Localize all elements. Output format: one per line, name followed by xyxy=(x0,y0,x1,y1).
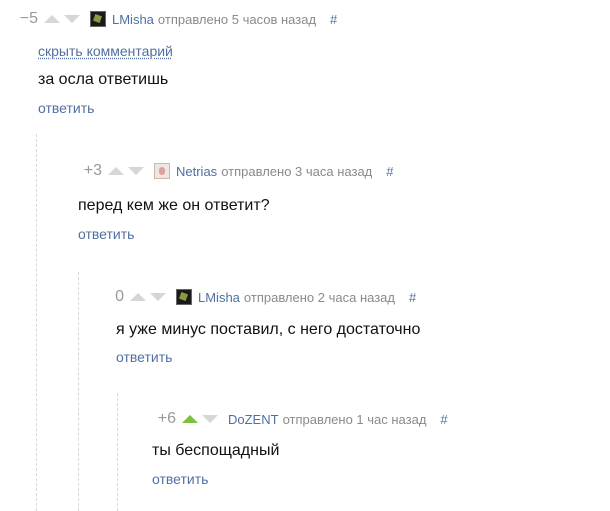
upvote-arrow-icon[interactable] xyxy=(44,15,60,23)
comment-2: +3 Netrias отправлено 3 часа назад # пер… xyxy=(0,160,610,250)
upvote-arrow-icon[interactable] xyxy=(108,167,124,175)
permalink-hash[interactable]: # xyxy=(330,12,337,27)
dark-avatar-icon[interactable] xyxy=(90,11,106,27)
reply-link[interactable]: ответить xyxy=(116,349,172,365)
posted-time: отправлено 1 час назад xyxy=(282,411,427,427)
reply-link[interactable]: ответить xyxy=(38,100,94,116)
posted-time: отправлено 3 часа назад xyxy=(221,163,373,179)
comment-score: +6 xyxy=(157,410,176,427)
comment-4: +6 DoZENT отправлено 1 час назад # ты бе… xyxy=(0,408,610,498)
comment-text: я уже минус поставил, с него достаточно xyxy=(116,321,421,338)
downvote-arrow-icon[interactable] xyxy=(128,167,144,175)
permalink-hash[interactable]: # xyxy=(409,290,416,305)
downvote-arrow-icon[interactable] xyxy=(64,15,80,23)
comment-2-meta: +3 Netrias отправлено 3 часа назад # xyxy=(78,160,394,182)
comment-score: 0 xyxy=(115,288,124,305)
upvote-arrow-icon[interactable] xyxy=(182,415,198,423)
comment-1-meta: −5 LMisha отправлено 5 часов назад # xyxy=(14,8,337,30)
comment-1: −5 LMisha отправлено 5 часов назад # скр… xyxy=(0,8,610,123)
hide-comment-link[interactable]: скрыть комментарий xyxy=(38,43,173,59)
dark-avatar-icon[interactable] xyxy=(176,289,192,305)
reply-link[interactable]: ответить xyxy=(78,226,134,242)
light-avatar-icon[interactable] xyxy=(154,163,170,179)
downvote-arrow-icon[interactable] xyxy=(150,293,166,301)
posted-time: отправлено 2 часа назад xyxy=(243,289,395,305)
downvote-arrow-icon[interactable] xyxy=(202,415,218,423)
author-link[interactable]: LMisha xyxy=(198,290,240,305)
permalink-hash[interactable]: # xyxy=(440,412,447,427)
comment-3-meta: 0 LMisha отправлено 2 часа назад # xyxy=(100,286,416,308)
comment-score: +3 xyxy=(83,162,102,179)
permalink-hash[interactable]: # xyxy=(386,164,393,179)
author-link[interactable]: DoZENT xyxy=(228,412,279,427)
posted-time: отправлено 5 часов назад xyxy=(157,11,317,27)
comment-text: перед кем же он ответит? xyxy=(78,197,270,214)
comment-4-meta: +6 DoZENT отправлено 1 час назад # xyxy=(152,408,448,430)
comment-text: ты беспощадный xyxy=(152,442,280,459)
upvote-arrow-icon[interactable] xyxy=(130,293,146,301)
comment-score: −5 xyxy=(19,10,38,27)
reply-link[interactable]: ответить xyxy=(152,471,208,487)
author-link[interactable]: Netrias xyxy=(176,164,217,179)
comment-text: за осла ответишь xyxy=(38,71,169,88)
author-link[interactable]: LMisha xyxy=(112,12,154,27)
comment-3: 0 LMisha отправлено 2 часа назад # я уже… xyxy=(0,286,610,376)
